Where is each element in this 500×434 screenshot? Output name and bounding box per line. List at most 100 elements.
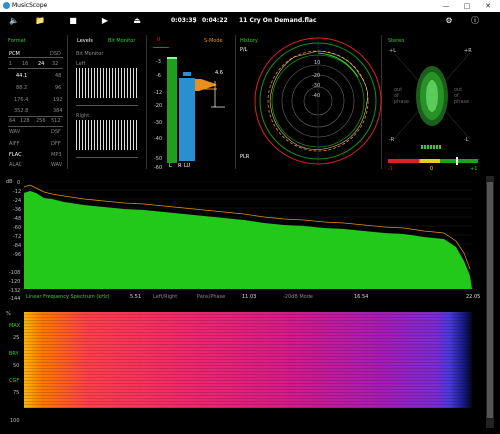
container-mp3: MP3 <box>51 152 62 158</box>
spectrogram-label-100: 100 <box>10 418 20 424</box>
x-tick-11-03: 11.03 <box>242 294 257 300</box>
eject-icon[interactable]: ⏏ <box>131 15 143 27</box>
rate-384: 384 <box>53 108 63 114</box>
left-right-option[interactable]: Left/Right <box>153 294 177 300</box>
plr-label: PLR <box>240 154 250 160</box>
rate-192: 192 <box>53 97 63 103</box>
maximize-button[interactable]: □ <box>458 0 476 12</box>
volume-icon[interactable]: 🔈 <box>8 15 20 27</box>
spectrum-panel: dB 0 -12 -24 -36 -48 -60 -72 -84 -96 -10… <box>0 176 486 304</box>
spectrogram-label-50: 50 <box>13 363 20 369</box>
spectrum-tick-7: -84 <box>13 243 22 249</box>
title-bar: MusicScope — □ ✕ <box>0 0 500 12</box>
levels-tab[interactable]: Levels <box>77 38 93 44</box>
rate-352-8: 352.8 <box>14 108 29 114</box>
bits-24: 24 <box>38 61 45 67</box>
bit-monitor-tab[interactable]: Bit Monitor <box>108 38 135 44</box>
minimize-button[interactable]: — <box>437 0 455 12</box>
s-mode-label[interactable]: S-Mode <box>204 38 223 44</box>
level-meter-panel: 0 S-Mode -3 -6 -12 -20 -30 -40 -50 -60 L… <box>147 31 235 171</box>
track-duration: 0:04:22 <box>202 17 228 24</box>
tick-minus-30: -30 <box>154 120 163 126</box>
container-wav: WAV <box>9 129 21 135</box>
tick-minus-40: -40 <box>154 136 163 142</box>
dsd-64: 64 <box>9 118 16 124</box>
container-alac: ALAC <box>9 162 23 168</box>
spectrum-plot <box>24 181 472 289</box>
close-button[interactable]: ✕ <box>479 0 497 12</box>
meter-top-tick: 0 <box>157 37 161 43</box>
history-panel: History P/L PLR 10 -20 -30 -40 <box>236 31 382 171</box>
spectrum-unit: dB <box>6 179 13 185</box>
dsd-128: 128 <box>20 118 30 124</box>
spectrogram-label-75: 75 <box>13 390 20 396</box>
spectrum-tick-0: 0 <box>17 180 21 186</box>
bits-1: 1 <box>9 61 13 67</box>
top-panels: Format PCM DSD 1 16 24 32 44.1 88.2 176.… <box>0 31 500 173</box>
pans-phase-option[interactable]: Pans/Phase <box>197 294 225 300</box>
dsd-512: 512 <box>51 118 61 124</box>
right-channel-label: Right <box>76 113 90 119</box>
container-dff: DFF <box>51 141 61 147</box>
correlation-meter <box>388 159 478 163</box>
stop-icon[interactable]: ■ <box>67 15 79 27</box>
spectrum-mode-label[interactable]: Linear Frequency Spectrum (kHz) <box>26 294 110 300</box>
stereo-label: Stereo <box>388 38 405 44</box>
spectrum-tick-12: -144 <box>9 296 21 302</box>
balance-meter <box>421 145 441 149</box>
spectrum-tick-5: -60 <box>13 225 22 231</box>
tick-minus-12: -12 <box>154 90 163 96</box>
spectrum-tick-10: -120 <box>9 279 21 285</box>
rate-88-2: 88.2 <box>16 85 28 91</box>
spectrogram-label-max: MAX <box>9 323 21 329</box>
corr-min-label: -1 <box>388 166 393 172</box>
corr-mid-label: 0 <box>430 166 434 172</box>
scrollbar-thumb[interactable] <box>487 182 493 418</box>
left-channel-label: Left <box>76 61 86 67</box>
left-bit-grid <box>76 68 138 98</box>
minus-20db-option[interactable]: -20dB Mode <box>283 294 313 300</box>
vertical-scrollbar[interactable] <box>486 176 494 428</box>
channel-r-label: R <box>178 163 182 169</box>
spectrogram-image <box>24 312 472 408</box>
app-logo-icon <box>3 2 10 9</box>
bits-16: 16 <box>22 61 29 67</box>
format-label: Format <box>8 38 26 44</box>
ring-10: 10 <box>314 60 321 66</box>
right-level-bar <box>179 78 195 161</box>
spectrum-tick-2: -24 <box>13 198 22 204</box>
ring-20: -20 <box>312 73 321 79</box>
bit-monitor-heading: Bit Monitor <box>76 51 104 57</box>
info-icon[interactable]: ⓘ <box>469 15 481 27</box>
rate-96: 96 <box>55 85 62 91</box>
x-tick-5-51: 5.51 <box>130 294 142 300</box>
pl-label: P/L <box>240 47 248 53</box>
tick-minus-20: -20 <box>154 103 163 109</box>
spectrogram-label-25: 25 <box>13 335 20 341</box>
x-tick-16-54: 16.54 <box>354 294 369 300</box>
format-panel: Format PCM DSD 1 16 24 32 44.1 88.2 176.… <box>0 31 67 171</box>
open-folder-icon[interactable]: 📁 <box>34 15 46 27</box>
rate-48: 48 <box>55 73 62 79</box>
peak-value: 4.6 <box>215 70 223 76</box>
correlation-indicator <box>456 157 458 165</box>
spectrogram-unit: % <box>6 311 11 317</box>
toolbar: 🔈 📁 ■ ▶ ⏏ 0:03:35 / 0:04:22 11 Cry On De… <box>0 12 500 31</box>
dsd-256: 256 <box>36 118 46 124</box>
spectrum-tick-11: -132 <box>9 288 21 294</box>
rate-176-4: 176.4 <box>14 97 29 103</box>
loudness-bar <box>183 72 191 76</box>
spectrum-tick-9: -108 <box>9 270 21 276</box>
play-icon[interactable]: ▶ <box>99 15 111 27</box>
levels-panel: Levels Bit Monitor Bit Monitor Left Righ… <box>68 31 146 171</box>
container-dsf: DSF <box>51 129 61 135</box>
container-wav2: WAV <box>51 162 63 168</box>
spectrum-tick-1: -12 <box>13 189 22 195</box>
tick-minus-3: -3 <box>156 59 161 65</box>
tick-minus-50: -50 <box>154 156 163 162</box>
spectrum-tick-4: -48 <box>13 216 22 222</box>
tick-minus-60: -60 <box>154 165 163 171</box>
channel-l-label: L <box>169 163 172 169</box>
x-tick-22-05: 22.05 <box>466 294 481 300</box>
settings-gear-icon[interactable]: ⚙ <box>443 15 455 27</box>
